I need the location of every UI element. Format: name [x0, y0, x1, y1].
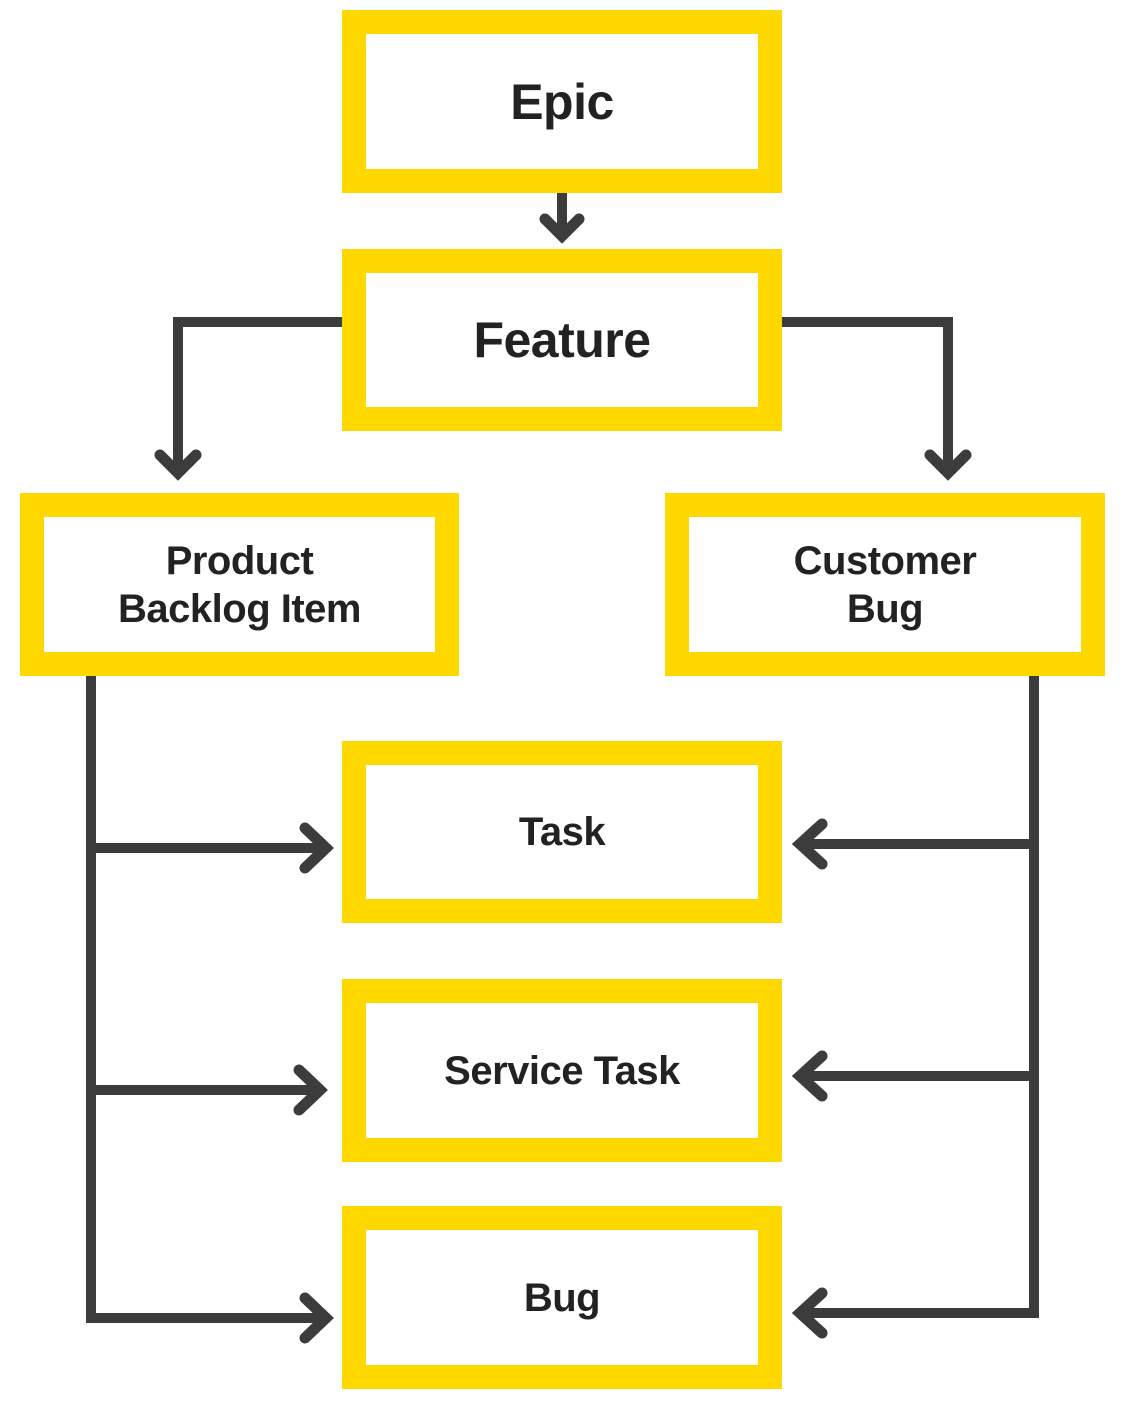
node-product-backlog-item: Product Backlog Item [20, 493, 459, 676]
node-product-backlog-item-label: Product Backlog Item [118, 537, 361, 633]
connectors [86, 193, 1039, 1344]
node-bug: Bug [342, 1206, 782, 1389]
label-line-1: Product [165, 538, 314, 583]
node-task: Task [342, 741, 782, 923]
node-customer-bug: Customer Bug [665, 493, 1105, 676]
label-line-2: Bug [846, 586, 924, 631]
node-feature: Feature [342, 249, 782, 431]
node-service-task: Service Task [342, 979, 782, 1162]
edge-product-backlog-item-trunk [86, 676, 326, 1323]
node-epic-label: Epic [510, 73, 614, 130]
node-bug-label: Bug [523, 1275, 601, 1320]
edge-feature-to-product-backlog-item [154, 317, 342, 481]
label-line-2: Backlog Item [118, 586, 361, 631]
node-epic: Epic [342, 10, 782, 193]
node-feature-label: Feature [473, 312, 651, 368]
node-service-task-label: Service Task [444, 1048, 680, 1093]
edge-feature-to-customer-bug [782, 317, 972, 481]
edge-epic-to-feature [539, 193, 585, 244]
node-customer-bug-label: Customer Bug [794, 537, 977, 633]
node-task-label: Task [518, 810, 606, 854]
label-line-1: Customer [793, 538, 977, 583]
edge-customer-bug-trunk [798, 676, 1039, 1318]
